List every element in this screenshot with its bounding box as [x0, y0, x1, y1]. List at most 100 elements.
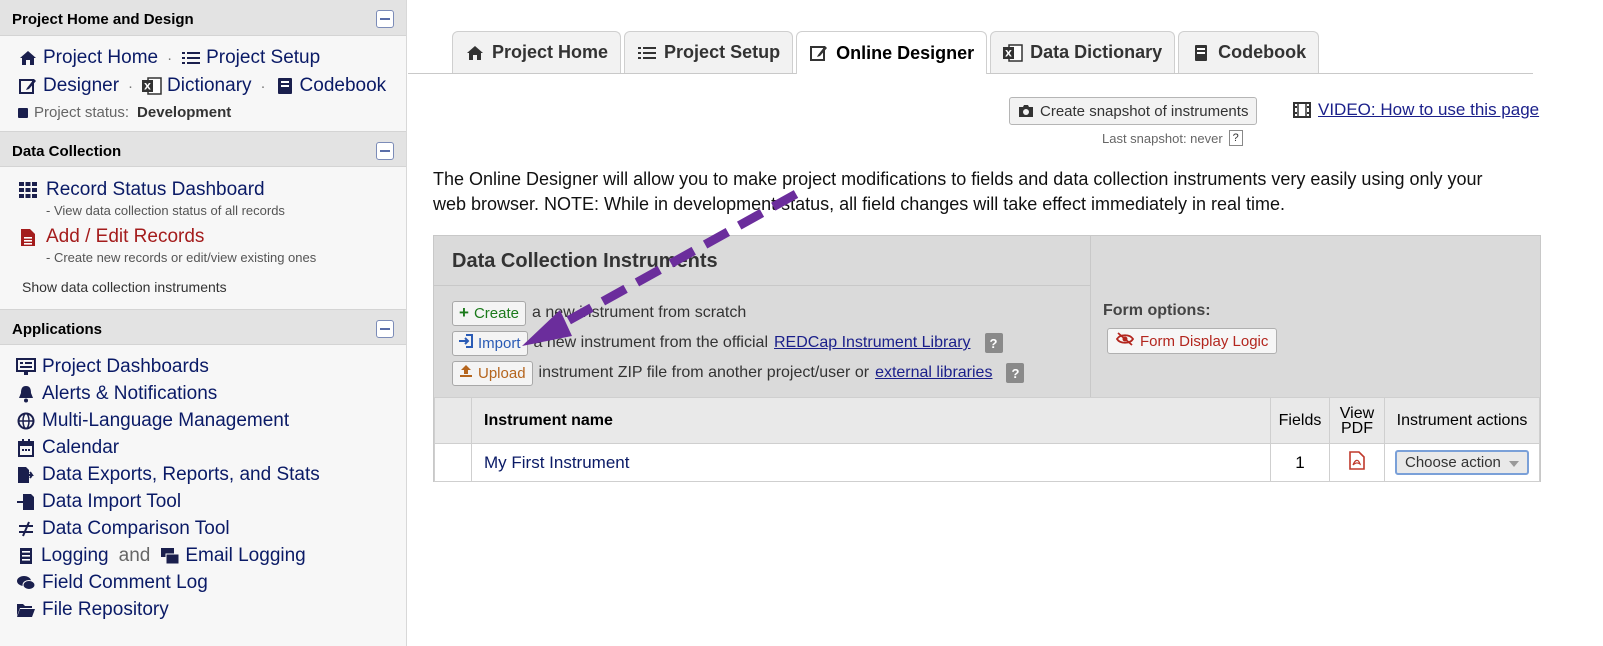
- snapshot-help-button[interactable]: ?: [1228, 130, 1243, 146]
- app-link-project-dashboards[interactable]: Project Dashboards: [16, 353, 406, 380]
- intro-text: The Online Designer will allow you to ma…: [433, 169, 1483, 214]
- list-icon: [16, 546, 36, 566]
- upload-instrument-button[interactable]: Upload: [452, 360, 533, 386]
- instruments-panel-left: Data Collection Instruments + Create a n…: [434, 236, 1090, 398]
- app-link-multi-language[interactable]: Multi-Language Management: [16, 407, 406, 434]
- codebook-link[interactable]: Codebook: [275, 75, 386, 97]
- file-icon: [18, 227, 38, 247]
- section-header-applications: Applications: [0, 309, 406, 345]
- plus-icon: +: [459, 303, 469, 322]
- view-pdf-cell: [1329, 443, 1385, 482]
- sign-in-icon: [459, 334, 473, 352]
- excel-icon: X: [142, 76, 162, 96]
- app-link-calendar[interactable]: Calendar: [16, 434, 406, 461]
- app-link-file-repository[interactable]: File Repository: [16, 596, 406, 623]
- choose-action-dropdown[interactable]: Choose action: [1395, 450, 1529, 475]
- section-title: Applications: [12, 321, 103, 338]
- tab-bar: Project Home Project Setup Online Design…: [452, 31, 1320, 74]
- file-export-icon: [16, 465, 36, 485]
- main-content: Project Home Project Setup Online Design…: [408, 0, 1603, 646]
- instrument-actions-cell: Choose action: [1384, 443, 1540, 482]
- book-icon: [1191, 43, 1211, 63]
- home-icon: [465, 43, 485, 63]
- app-link-email-logging[interactable]: Email Logging: [160, 545, 306, 567]
- svg-text:X: X: [1005, 49, 1012, 59]
- import-help-button[interactable]: ?: [984, 333, 1003, 353]
- sidebar: Project Home and Design Project Home · P…: [0, 0, 407, 646]
- tab-online-designer[interactable]: Online Designer: [796, 31, 988, 74]
- film-icon: [1292, 100, 1312, 120]
- dictionary-link[interactable]: X Dictionary: [142, 75, 252, 97]
- edit-icon: [809, 43, 829, 63]
- project-setup-link[interactable]: Project Setup: [181, 47, 320, 69]
- status-square-icon: [18, 107, 28, 118]
- tasks-icon: [637, 43, 657, 63]
- project-status: Project status: Development: [18, 104, 406, 121]
- collapse-button[interactable]: [376, 142, 394, 160]
- project-home-link[interactable]: Project Home: [18, 47, 158, 69]
- section-header-data-collection: Data Collection: [0, 131, 406, 167]
- upload-row: Upload instrument ZIP file from another …: [434, 358, 1090, 388]
- home-icon: [18, 48, 38, 68]
- drag-handle-cell[interactable]: [434, 443, 472, 482]
- create-row: + Create a new instrument from scratch: [434, 298, 1090, 328]
- last-snapshot-text: Last snapshot: never ?: [1102, 130, 1243, 146]
- svg-text:X: X: [144, 83, 151, 93]
- tab-data-dictionary[interactable]: X Data Dictionary: [990, 31, 1176, 73]
- pdf-icon[interactable]: [1349, 450, 1365, 475]
- panel-title: Data Collection Instruments: [434, 236, 1090, 286]
- chevron-down-icon: [1509, 454, 1519, 471]
- app-link-data-import[interactable]: Data Import Tool: [16, 488, 406, 515]
- table-header-row: Instrument name Fields View PDF Instrumen…: [434, 397, 1540, 444]
- status-value: Development: [137, 104, 232, 121]
- instrument-library-link[interactable]: REDCap Instrument Library: [774, 334, 971, 352]
- view-pdf-header: View PDF: [1329, 397, 1385, 444]
- table-row: My First Instrument 1 Choose action: [434, 443, 1540, 482]
- designer-link[interactable]: Designer: [18, 75, 119, 97]
- form-display-logic-button[interactable]: Form Display Logic: [1107, 328, 1278, 354]
- app-link-logging-row: Logging and Email Logging: [16, 542, 406, 569]
- record-status-dashboard-link[interactable]: Record Status Dashboard: [18, 179, 406, 201]
- create-snapshot-button[interactable]: Create snapshot of instruments: [1009, 97, 1258, 125]
- create-instrument-button[interactable]: + Create: [452, 300, 526, 326]
- instrument-name-link[interactable]: My First Instrument: [471, 443, 1271, 482]
- file-import-icon: [16, 492, 36, 512]
- app-link-logging[interactable]: Logging: [16, 545, 109, 567]
- grid-icon: [18, 180, 38, 200]
- app-link-alerts[interactable]: Alerts & Notifications: [16, 380, 406, 407]
- tab-project-home[interactable]: Project Home: [452, 31, 622, 73]
- upload-help-button[interactable]: ?: [1006, 363, 1025, 383]
- collapse-button[interactable]: [376, 320, 394, 338]
- section-title: Data Collection: [12, 143, 122, 160]
- import-row: Import a new instrument from the officia…: [434, 328, 1090, 358]
- upload-icon: [459, 364, 473, 382]
- add-edit-records-link[interactable]: Add / Edit Records: [18, 226, 406, 248]
- eye-slash-icon: [1115, 332, 1135, 350]
- dashboard-icon: [16, 357, 36, 377]
- project-links: Project Home · Project Setup Designer · …: [0, 36, 406, 131]
- external-libraries-link[interactable]: external libraries: [875, 364, 992, 382]
- mail-bulk-icon: [160, 546, 180, 566]
- app-link-data-exports[interactable]: Data Exports, Reports, and Stats: [16, 461, 406, 488]
- camera-icon: [1018, 101, 1034, 121]
- instrument-name-header: Instrument name: [471, 397, 1271, 444]
- excel-icon: X: [1003, 43, 1023, 63]
- drag-column-header: [434, 397, 472, 444]
- comments-icon: [16, 573, 36, 593]
- video-help-link[interactable]: VIDEO: How to use this page: [1292, 100, 1539, 120]
- collapse-button[interactable]: [376, 10, 394, 28]
- section-title: Project Home and Design: [12, 11, 194, 28]
- calendar-icon: [16, 438, 36, 458]
- form-options-label: Form options:: [1103, 302, 1211, 319]
- globe-icon: [16, 411, 36, 431]
- not-equal-icon: [16, 519, 36, 539]
- app-link-field-comment-log[interactable]: Field Comment Log: [16, 569, 406, 596]
- tab-codebook[interactable]: Codebook: [1178, 31, 1320, 73]
- instruments-panel: Data Collection Instruments + Create a n…: [433, 235, 1541, 482]
- import-instrument-button[interactable]: Import: [452, 330, 528, 356]
- tab-project-setup[interactable]: Project Setup: [624, 31, 794, 73]
- app-link-data-comparison[interactable]: Data Comparison Tool: [16, 515, 406, 542]
- instruments-table: Instrument name Fields View PDF Instrumen…: [434, 397, 1540, 482]
- fields-header: Fields: [1270, 397, 1330, 444]
- show-instruments-link[interactable]: Show data collection instruments: [22, 279, 406, 295]
